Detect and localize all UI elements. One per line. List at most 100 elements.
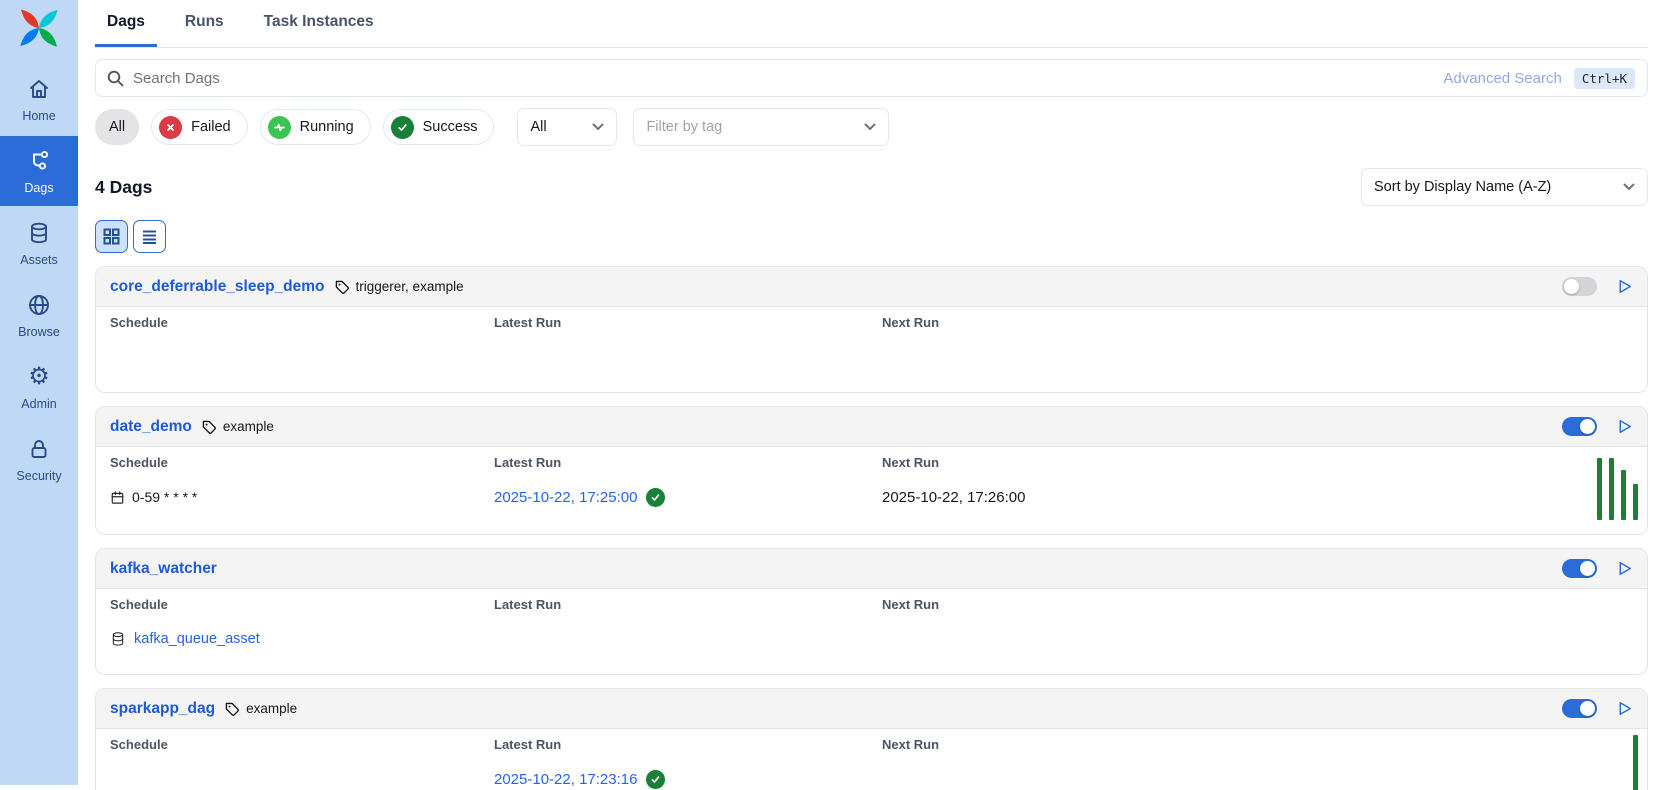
chevron-down-icon <box>864 123 876 131</box>
success-icon <box>391 116 414 139</box>
table-view-button[interactable] <box>133 220 166 253</box>
sidebar-item-browse[interactable]: Browse <box>0 280 78 350</box>
tag-icon <box>224 701 240 717</box>
sidebar-nav: Home Dags A <box>0 64 78 494</box>
airflow-app: Home Dags A <box>0 0 1655 790</box>
dag-name-link[interactable]: date_demo <box>110 418 192 436</box>
dag-pause-toggle[interactable] <box>1562 277 1597 296</box>
toggle-knob <box>1564 279 1579 294</box>
tag-filter-select[interactable]: Filter by tag <box>633 108 889 146</box>
sidebar-item-label: Security <box>16 469 61 483</box>
top-tabs: Dags Runs Task Instances <box>95 0 1648 48</box>
calendar-icon <box>110 490 125 505</box>
filter-chip-success[interactable]: Success <box>383 109 495 145</box>
dag-card-header: sparkapp_dag example <box>96 689 1647 729</box>
recent-runs-bars <box>1597 458 1638 520</box>
dag-card-body: Schedule Latest Run Next Run <box>96 307 1647 392</box>
dag-card-header: core_deferrable_sleep_demo triggerer, ex… <box>96 267 1647 307</box>
main-content: Dags Runs Task Instances Search Dags Adv… <box>78 0 1655 790</box>
dag-card-header: date_demo example <box>96 407 1647 447</box>
column-schedule: Schedule <box>110 455 494 470</box>
sidebar-item-label: Admin <box>21 397 56 411</box>
dag-name-link[interactable]: core_deferrable_sleep_demo <box>110 278 325 296</box>
view-toggles <box>95 220 1648 253</box>
run-duration-bar[interactable] <box>1621 470 1626 520</box>
dag-tags: triggerer, example <box>334 279 464 295</box>
column-next-run: Next Run <box>882 455 1633 470</box>
recent-runs-bars <box>1633 735 1638 790</box>
sidebar-item-dags[interactable]: Dags <box>0 136 78 206</box>
toggle-knob <box>1580 419 1595 434</box>
dag-name-link[interactable]: sparkapp_dag <box>110 700 215 718</box>
filter-chip-all[interactable]: All <box>95 109 139 145</box>
column-latest-run: Latest Run <box>494 597 882 612</box>
run-duration-bar[interactable] <box>1609 458 1614 520</box>
search-icon <box>107 70 124 87</box>
dag-card: core_deferrable_sleep_demo triggerer, ex… <box>95 266 1648 393</box>
home-icon <box>26 76 52 102</box>
success-check-badge <box>646 770 665 789</box>
toggle-knob <box>1580 701 1595 716</box>
trigger-dag-button[interactable] <box>1616 278 1633 295</box>
dag-count: 4 Dags <box>95 177 152 198</box>
run-duration-bar[interactable] <box>1633 735 1638 790</box>
search-dags-input[interactable]: Search Dags Advanced Search Ctrl+K <box>95 59 1648 97</box>
column-schedule: Schedule <box>110 737 494 752</box>
latest-run-link[interactable]: 2025-10-22, 17:23:16 <box>494 771 637 788</box>
column-schedule: Schedule <box>110 315 494 330</box>
database-icon <box>26 220 52 246</box>
sidebar-item-home[interactable]: Home <box>0 64 78 134</box>
tab-task-instances[interactable]: Task Instances <box>252 0 386 47</box>
sidebar-item-admin[interactable]: ⚙ Admin <box>0 352 78 422</box>
chevron-down-icon <box>1623 183 1635 191</box>
success-check-badge <box>646 488 665 507</box>
dag-name-link[interactable]: kafka_watcher <box>110 560 217 578</box>
trigger-dag-button[interactable] <box>1616 418 1633 435</box>
globe-icon <box>26 292 52 318</box>
search-placeholder: Search Dags <box>133 70 1443 87</box>
advanced-search-link[interactable]: Advanced Search <box>1443 70 1561 87</box>
failed-icon <box>159 116 182 139</box>
tag-icon <box>201 419 217 435</box>
run-duration-bar[interactable] <box>1633 484 1638 520</box>
filter-chip-running[interactable]: Running <box>260 109 371 145</box>
dag-pause-toggle[interactable] <box>1562 699 1597 718</box>
airflow-logo[interactable] <box>16 5 62 51</box>
gear-icon: ⚙ <box>26 364 52 390</box>
tab-runs[interactable]: Runs <box>173 0 236 47</box>
latest-run-link[interactable]: 2025-10-22, 17:25:00 <box>494 489 637 506</box>
dag-card: kafka_watcher Schedule <box>95 548 1648 675</box>
sidebar: Home Dags A <box>0 0 78 785</box>
tab-dags[interactable]: Dags <box>95 0 157 47</box>
list-icon <box>141 228 158 245</box>
list-header: 4 Dags Sort by Display Name (A-Z) <box>95 168 1648 206</box>
lock-icon <box>26 436 52 462</box>
asset-schedule-link[interactable]: kafka_queue_asset <box>110 631 260 647</box>
sidebar-item-label: Dags <box>24 181 53 195</box>
column-next-run: Next Run <box>882 315 1633 330</box>
sidebar-item-security[interactable]: Security <box>0 424 78 494</box>
sidebar-item-label: Browse <box>18 325 60 339</box>
sort-select[interactable]: Sort by Display Name (A-Z) <box>1361 168 1648 206</box>
state-filter-select[interactable]: All <box>517 108 617 146</box>
run-duration-bar[interactable] <box>1597 458 1602 520</box>
dag-card-body: Schedule Latest Run 2025-10-22, 17:23:16… <box>96 729 1647 790</box>
filter-row: All Failed Running Success <box>95 108 1648 146</box>
card-view-button[interactable] <box>95 220 128 253</box>
dag-card: sparkapp_dag example Schedule <box>95 688 1648 790</box>
column-latest-run: Latest Run <box>494 315 882 330</box>
dag-tags: example <box>224 701 297 717</box>
schedule-value: 0-59 * * * * <box>110 489 197 505</box>
play-icon <box>1616 700 1633 717</box>
sidebar-item-assets[interactable]: Assets <box>0 208 78 278</box>
toggle-knob <box>1580 561 1595 576</box>
dag-pause-toggle[interactable] <box>1562 559 1597 578</box>
trigger-dag-button[interactable] <box>1616 700 1633 717</box>
column-next-run: Next Run <box>882 597 1633 612</box>
chevron-down-icon <box>592 123 604 131</box>
database-icon <box>110 631 126 647</box>
filter-chip-failed[interactable]: Failed <box>151 109 248 145</box>
dag-pause-toggle[interactable] <box>1562 417 1597 436</box>
trigger-dag-button[interactable] <box>1616 560 1633 577</box>
dag-tags: example <box>201 419 274 435</box>
